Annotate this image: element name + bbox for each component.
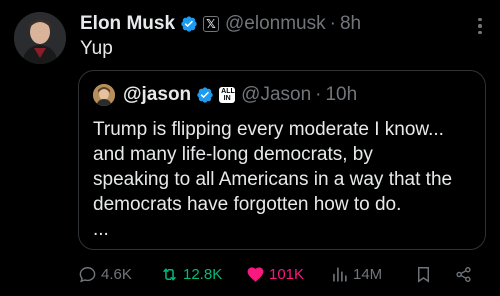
verified-badge-icon bbox=[180, 15, 198, 33]
views-button[interactable]: 14M bbox=[330, 260, 382, 288]
author-avatar[interactable] bbox=[14, 12, 66, 64]
affiliation-badge: ALL IN bbox=[219, 87, 236, 103]
share-icon bbox=[456, 266, 471, 282]
affiliation-badge-text: ALL IN bbox=[221, 88, 235, 102]
author-handle[interactable]: @elonmusk bbox=[225, 13, 326, 35]
like-count: 101K bbox=[269, 265, 305, 283]
verified-badge-icon bbox=[196, 86, 214, 104]
quoted-tweet[interactable]: @jason ALL IN @Jason · 10h Trump is flip… bbox=[78, 70, 486, 250]
tweet-header: Elon Musk 𝕏 @elonmusk · 8h bbox=[80, 12, 361, 36]
repost-icon bbox=[163, 267, 176, 281]
action-bar: 4.6K 12.8K 101K 14M bbox=[78, 260, 486, 288]
repost-button[interactable]: 12.8K bbox=[160, 260, 222, 288]
share-button[interactable] bbox=[454, 260, 477, 288]
quoted-handle[interactable]: @Jason bbox=[241, 84, 311, 106]
bookmark-icon bbox=[418, 266, 429, 283]
views-count: 14M bbox=[353, 265, 383, 283]
quoted-text: Trump is flipping every moderate I know.… bbox=[93, 117, 483, 242]
quoted-text-line: speaking to all Americans in a way that … bbox=[93, 169, 453, 190]
quoted-text-line: ... bbox=[93, 219, 109, 240]
quoted-author-name[interactable]: @jason bbox=[123, 84, 191, 106]
separator-dot: · bbox=[315, 84, 322, 105]
more-icon[interactable] bbox=[470, 14, 490, 38]
like-button[interactable]: 101K bbox=[246, 260, 304, 288]
x-logo-icon: 𝕏 bbox=[203, 16, 220, 32]
repost-count: 12.8K bbox=[183, 265, 223, 283]
like-heart-icon bbox=[247, 266, 264, 282]
separator-dot: · bbox=[329, 13, 336, 34]
quoted-avatar[interactable] bbox=[93, 84, 115, 106]
quoted-text-line: and many life-long democrats, by bbox=[93, 144, 373, 165]
quoted-header: @jason ALL IN @Jason · 10h bbox=[93, 84, 357, 106]
reply-icon bbox=[79, 266, 96, 282]
reply-button[interactable]: 4.6K bbox=[78, 260, 132, 288]
quoted-text-line: Trump is flipping every moderate I know.… bbox=[93, 119, 444, 140]
views-icon bbox=[333, 266, 347, 282]
reply-count: 4.6K bbox=[101, 265, 132, 283]
author-name[interactable]: Elon Musk bbox=[80, 13, 175, 35]
quoted-time[interactable]: 10h bbox=[325, 84, 357, 106]
tweet-text: Yup bbox=[80, 38, 113, 59]
bookmark-button[interactable] bbox=[414, 260, 437, 288]
tweet-time[interactable]: 8h bbox=[340, 13, 361, 35]
quoted-text-line: democrats have forgotten how to do. bbox=[93, 194, 402, 215]
